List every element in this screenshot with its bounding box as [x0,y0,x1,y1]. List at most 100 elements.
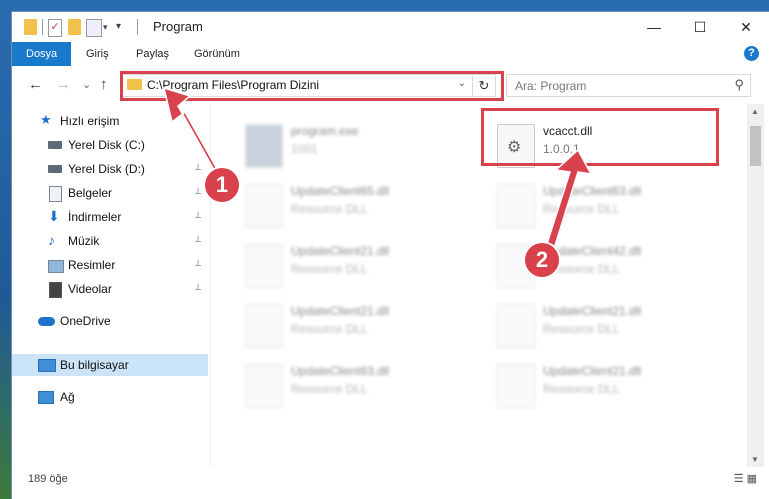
sidebar-item-this-pc[interactable]: Bu bilgisayar [12,354,208,376]
tab-view[interactable]: Görünüm [194,42,240,66]
vertical-scrollbar[interactable]: ▲ ▼ [747,104,764,467]
sidebar-item-pictures[interactable]: Resimler ⊥ [12,254,208,276]
sidebar-item-label: Bu bilgisayar [60,358,129,372]
annotation-marker-1: 1 [205,168,239,202]
scroll-down-icon[interactable]: ▼ [751,455,759,464]
dll-file-icon [245,244,283,288]
item-count: 189 öğe [28,473,68,485]
pin-icon: ⊥ [194,258,202,268]
up-button[interactable]: ↑ [100,76,108,93]
file-item[interactable]: UpdateClient21.dll Resource DLL [497,300,737,352]
dll-file-icon [245,364,283,408]
sidebar-item-quick-access[interactable]: ★ Hızlı erişim [12,110,208,132]
sidebar-item-music[interactable]: ♪ Müzik ⊥ [12,230,208,252]
file-highlight-box [481,108,719,166]
file-name: UpdateClient21.dll [291,244,390,258]
file-item[interactable]: UpdateClient63.dll Resource DLL [497,180,737,232]
file-name: UpdateClient21.dll [291,304,390,318]
view-toggle-icons[interactable]: ☰ ▦ [734,472,757,485]
close-button[interactable]: ✕ [723,12,769,42]
file-explorer-window: ✓ ▾ ▾ Program — ☐ ✕ Dosya Giriş Paylaş G… [12,12,769,499]
file-type: Resource DLL [291,262,368,276]
pin-icon: ⊥ [194,162,202,172]
pin-icon: ⊥ [194,186,202,196]
recent-locations-button[interactable]: ⌄ [82,78,91,91]
sidebar-item-label: İndirmeler [68,210,122,224]
pin-icon: ⊥ [194,210,202,220]
maximize-button[interactable]: ☐ [677,12,723,42]
file-type: Resource DLL [543,322,620,336]
search-input[interactable]: Ara: Program ⚲ [506,74,751,97]
tab-share[interactable]: Paylaş [136,42,169,66]
scroll-up-icon[interactable]: ▲ [751,107,759,116]
exe-file-icon [245,124,283,168]
sidebar-item-label: Ağ [60,390,75,404]
dll-file-icon [497,364,535,408]
separator [137,19,138,35]
file-type: Resource DLL [291,202,368,216]
new-folder-icon[interactable] [68,19,81,35]
customize-toolbar-icon[interactable]: ▾ [103,19,108,35]
disk-icon [48,165,62,173]
file-type: Resource DLL [291,322,368,336]
back-button[interactable]: ← [28,76,43,93]
dll-file-icon [245,304,283,348]
status-bar: 189 öğe ☰ ▦ [12,467,769,499]
quick-access-toolbar-icon[interactable] [86,19,102,37]
separator [42,19,43,35]
search-placeholder: Ara: Program [515,79,587,93]
cloud-icon [38,317,55,326]
folder-icon [24,19,37,35]
computer-icon [38,359,56,372]
file-name: UpdateClient63.dll [543,184,642,198]
sidebar-item-disk-d[interactable]: Yerel Disk (D:) ⊥ [12,158,208,180]
toolbar-dropdown-icon[interactable]: ▾ [116,19,121,35]
search-icon: ⚲ [734,77,744,92]
file-type: Resource DLL [291,382,368,396]
star-icon: ★ [40,112,52,127]
download-icon: ⬇ [48,208,60,224]
annotation-marker-2: 2 [525,243,559,277]
file-type: Resource DLL [543,382,620,396]
title-bar: ✓ ▾ ▾ Program — ☐ ✕ [12,12,769,42]
file-item[interactable]: UpdateClient21.dll Resource DLL [245,300,485,352]
tab-home[interactable]: Giriş [86,42,109,66]
pin-icon: ⊥ [194,234,202,244]
properties-icon[interactable]: ✓ [48,19,62,37]
pictures-icon [48,260,64,273]
videos-icon [49,282,62,298]
help-icon[interactable]: ? [744,46,759,61]
dll-file-icon [245,184,283,228]
file-item[interactable]: UpdateClient63.dll Resource DLL [245,360,485,412]
sidebar-item-label: Müzik [68,234,100,248]
dll-file-icon [497,184,535,228]
sidebar-item-disk-c[interactable]: Yerel Disk (C:) [12,134,208,156]
navigation-pane: ★ Hızlı erişim Yerel Disk (C:) Yerel Dis… [12,104,210,467]
sidebar-item-videos[interactable]: Videolar ⊥ [12,278,208,300]
minimize-button[interactable]: — [631,12,677,42]
tab-file[interactable]: Dosya [12,42,72,66]
network-icon [38,391,54,404]
sidebar-item-onedrive[interactable]: OneDrive [12,310,208,332]
file-item[interactable]: UpdateClient21.dll Resource DLL [497,360,737,412]
file-name: UpdateClient21.dll [543,364,642,378]
sidebar-item-documents[interactable]: Belgeler ⊥ [12,182,208,204]
file-name: UpdateClient65.dll [291,184,390,198]
file-name: UpdateClient21.dll [543,304,642,318]
sidebar-item-label: OneDrive [60,314,111,328]
sidebar-item-downloads[interactable]: ⬇ İndirmeler ⊥ [12,206,208,228]
forward-button[interactable]: → [56,76,71,93]
scrollbar-thumb[interactable] [750,126,761,166]
sidebar-item-label: Belgeler [68,186,113,200]
file-item[interactable]: program.exe 1001 [245,120,485,172]
file-item[interactable]: UpdateClient65.dll Resource DLL [245,180,485,232]
dll-file-icon [497,304,535,348]
sidebar-item-network[interactable]: Ağ [12,386,208,408]
file-type: 1001 [291,142,318,156]
sidebar-item-label: Hızlı erişim [60,114,120,128]
window-title: Program [153,19,203,34]
address-highlight-box [120,71,504,101]
ribbon-tabs: Dosya Giriş Paylaş Görünüm ? [12,42,769,67]
file-name: program.exe [291,124,359,138]
file-item[interactable]: UpdateClient21.dll Resource DLL [245,240,485,292]
